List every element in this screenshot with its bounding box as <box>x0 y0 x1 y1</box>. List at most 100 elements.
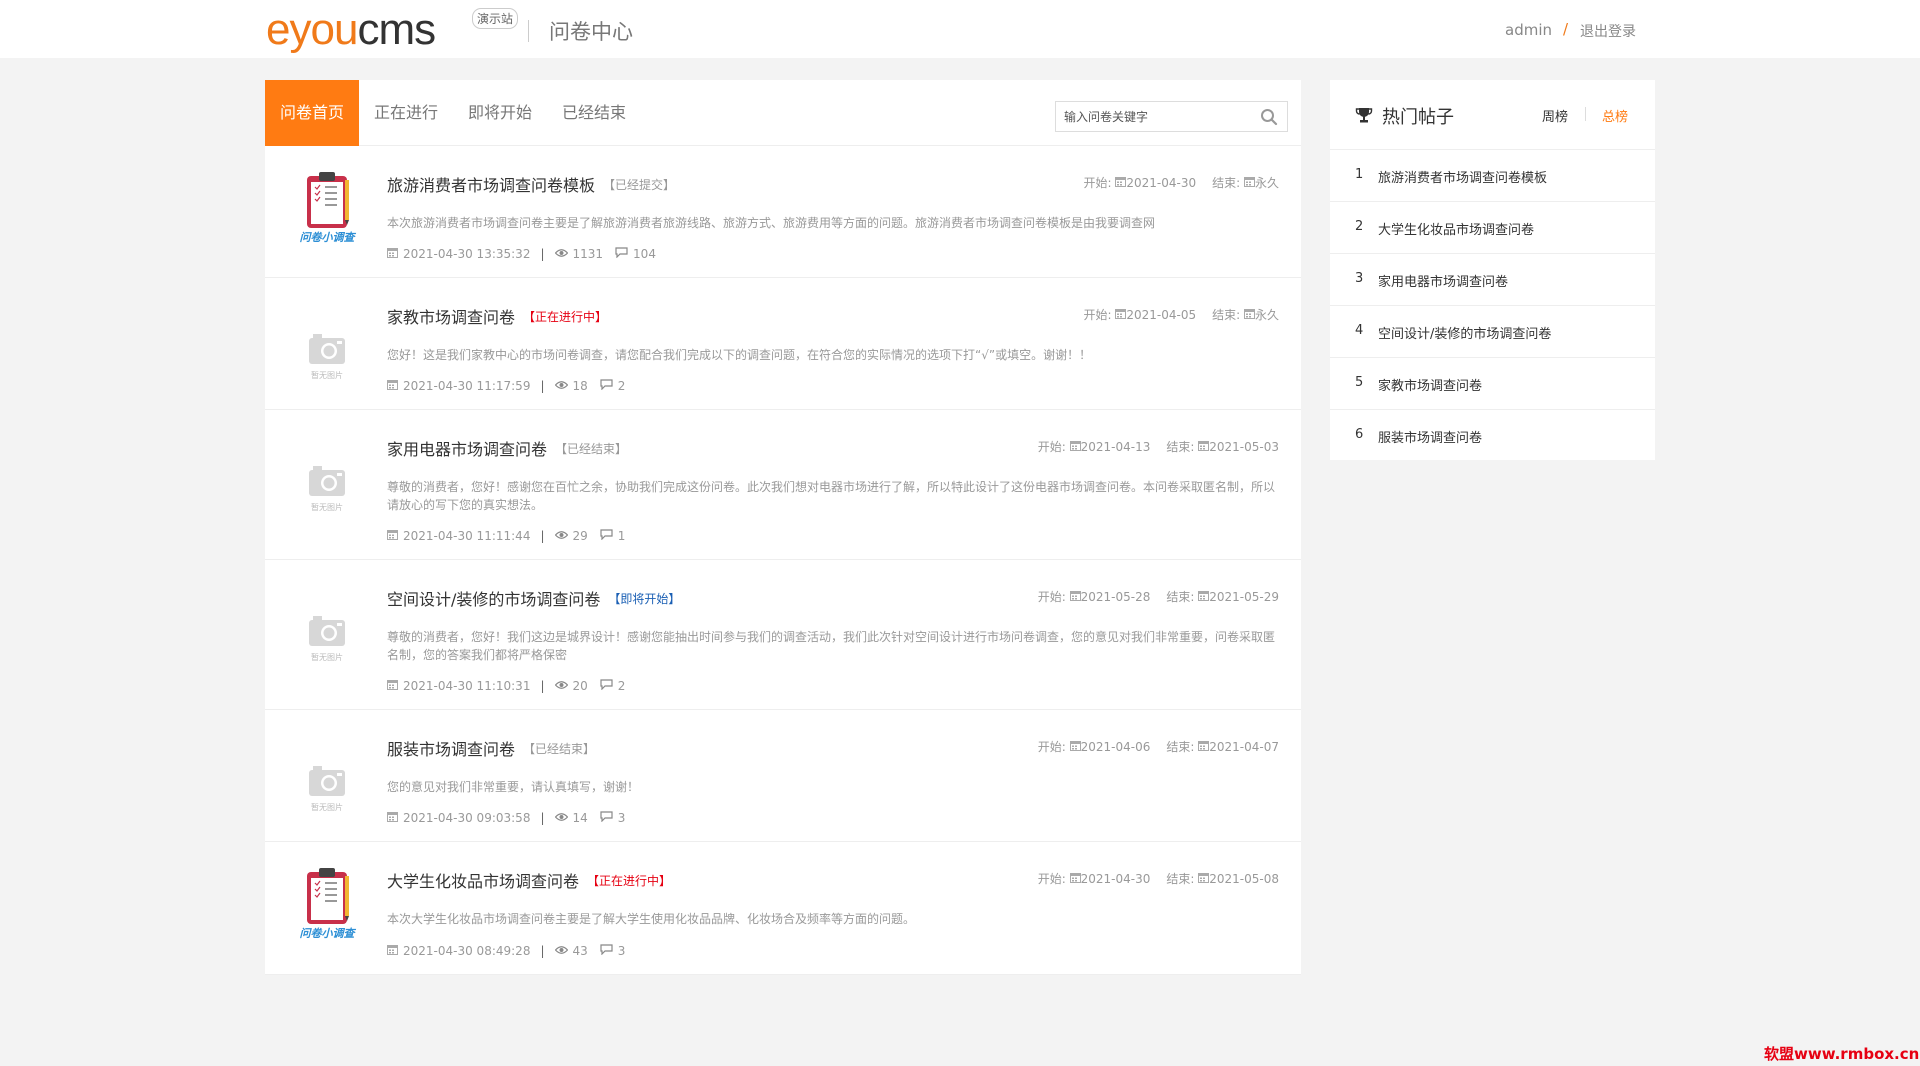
survey-title[interactable]: 家教市场调查问卷 <box>387 304 515 328</box>
view-count: 43 <box>572 944 588 958</box>
calendar-icon <box>1198 872 1210 886</box>
survey-status-badge: 【即将开始】 <box>608 591 681 606</box>
hot-post-item[interactable]: 4 空间设计/装修的市场调查问卷 <box>1330 306 1655 358</box>
survey-title[interactable]: 旅游消费者市场调查问卷模板 <box>387 172 595 196</box>
view-count: 20 <box>572 679 588 693</box>
hot-post-item[interactable]: 3 家用电器市场调查问卷 <box>1330 254 1655 306</box>
survey-title[interactable]: 大学生化妆品市场调查问卷 <box>387 868 579 892</box>
calendar-icon <box>387 247 403 261</box>
view-count: 29 <box>572 529 588 543</box>
hot-post-link[interactable]: 服装市场调查问卷 <box>1378 427 1482 446</box>
survey-status-badge: 【已经提交】 <box>603 177 676 192</box>
survey-meta: 2021-04-30 08:49:28 | 43 3 <box>387 944 637 958</box>
survey-brand-label: 问卷小调查 <box>299 231 355 244</box>
search-box <box>1055 101 1251 132</box>
tab-overall-rank[interactable]: 总榜 <box>1602 106 1628 125</box>
survey-item[interactable]: 暂无图片 空间设计/装修的市场调查问卷 【即将开始】 开始: 2021-05-28 结束… <box>265 560 1301 710</box>
calendar-icon <box>387 944 403 958</box>
tab-weekly-rank[interactable]: 周榜 <box>1542 106 1568 125</box>
survey-item[interactable]: 问卷小调查 旅游消费者市场调查问卷模板 【已经提交】 开始: 2021-04-30 结束… <box>265 146 1301 278</box>
survey-brand-label: 问卷小调查 <box>299 927 355 940</box>
survey-thumbnail[interactable]: 暂无图片 <box>295 440 359 520</box>
survey-thumbnail[interactable]: 暂无图片 <box>295 590 359 670</box>
survey-status-badge: 【正在进行中】 <box>523 309 608 324</box>
calendar-icon <box>1198 740 1210 754</box>
username-link[interactable]: admin <box>1505 21 1552 39</box>
hot-post-rank: 2 <box>1355 219 1364 234</box>
end-label: 结束: <box>1212 308 1241 322</box>
survey-description: 本次大学生化妆品市场调查问卷主要是了解大学生使用化妆品品牌、化妆场合及频率等方面… <box>387 912 916 926</box>
view-count: 1131 <box>572 247 604 261</box>
comment-count: 3 <box>617 811 626 825</box>
survey-meta: 2021-04-30 11:11:44 | 29 1 <box>387 529 637 543</box>
view-count: 18 <box>572 379 588 393</box>
comment-count: 2 <box>617 379 626 393</box>
start-date: 2021-04-06 <box>1080 739 1151 754</box>
hot-post-link[interactable]: 家用电器市场调查问卷 <box>1378 271 1508 290</box>
calendar-icon <box>1115 176 1127 190</box>
publish-time: 2021-04-30 11:11:44 <box>403 529 531 543</box>
search-input[interactable] <box>1056 102 1246 131</box>
survey-dates: 开始: 2021-04-30 结束: 2021-05-08 <box>1038 870 1279 887</box>
hot-post-item[interactable]: 1 旅游消费者市场调查问卷模板 <box>1330 150 1655 202</box>
start-date: 2021-05-28 <box>1080 589 1151 604</box>
survey-description: 您好！这是我们家教中心的市场问卷调查，请您配合我们完成以下的调查问题，在符合您的… <box>387 348 1092 362</box>
survey-thumbnail[interactable]: 暂无图片 <box>295 308 359 388</box>
survey-meta: 2021-04-30 13:35:32 | 1131 104 <box>387 247 668 261</box>
meta-divider: | <box>540 379 545 393</box>
survey-item[interactable]: 暂无图片 家用电器市场调查问卷 【已经结束】 开始: 2021-04-13 结束: 20… <box>265 410 1301 560</box>
survey-title-row: 家用电器市场调查问卷 【已经结束】 <box>387 436 627 460</box>
start-date: 2021-04-05 <box>1126 307 1197 322</box>
search-button[interactable] <box>1250 101 1288 132</box>
start-date: 2021-04-30 <box>1080 871 1151 886</box>
comment-count: 104 <box>633 247 656 261</box>
hot-post-item[interactable]: 5 家教市场调查问卷 <box>1330 358 1655 410</box>
end-label: 结束: <box>1166 440 1195 454</box>
start-label: 开始: <box>1083 308 1112 322</box>
end-date: 2021-04-07 <box>1209 739 1279 754</box>
end-date: 永久 <box>1254 308 1279 322</box>
hot-posts-panel: 热门帖子 周榜 总榜 1 旅游消费者市场调查问卷模板 2 大学生化妆品市场调查问卷 3 家… <box>1330 80 1655 460</box>
tab-home[interactable]: 问卷首页 <box>265 80 359 146</box>
logout-link[interactable]: 退出登录 <box>1580 21 1636 41</box>
hot-post-item[interactable]: 2 大学生化妆品市场调查问卷 <box>1330 202 1655 254</box>
calendar-icon <box>1069 740 1081 754</box>
survey-thumbnail[interactable]: 暂无图片 <box>295 740 359 820</box>
tab-ongoing[interactable]: 正在进行 <box>374 80 438 146</box>
calendar-icon <box>1198 590 1210 604</box>
hot-post-link[interactable]: 大学生化妆品市场调查问卷 <box>1378 219 1534 238</box>
survey-description: 您的意见对我们非常重要，请认真填写，谢谢！ <box>387 780 640 794</box>
hot-post-item[interactable]: 6 服装市场调查问卷 <box>1330 410 1655 462</box>
survey-meta: 2021-04-30 11:10:31 | 20 2 <box>387 679 637 693</box>
logo-cms: cms <box>357 5 436 54</box>
survey-item[interactable]: 问卷小调查 大学生化妆品市场调查问卷 【正在进行中】 开始: 2021-04-30 结束… <box>265 842 1301 975</box>
survey-title[interactable]: 服装市场调查问卷 <box>387 736 515 760</box>
survey-title[interactable]: 家用电器市场调查问卷 <box>387 436 547 460</box>
survey-title[interactable]: 空间设计/装修的市场调查问卷 <box>387 586 600 610</box>
eyoucms-logo[interactable]: e you cms <box>266 5 436 54</box>
publish-time: 2021-04-30 08:49:28 <box>403 944 531 958</box>
survey-item[interactable]: 暂无图片 服装市场调查问卷 【已经结束】 开始: 2021-04-06 结束: 2021… <box>265 710 1301 842</box>
hot-post-link[interactable]: 家教市场调查问卷 <box>1378 375 1482 394</box>
hot-post-link[interactable]: 空间设计/装修的市场调查问卷 <box>1378 323 1551 342</box>
calendar-icon <box>1243 308 1255 322</box>
calendar-icon <box>387 379 403 393</box>
top-header: e you cms 演示站 问卷中心 admin / 退出登录 <box>0 0 1920 58</box>
start-label: 开始: <box>1037 590 1066 604</box>
survey-dates: 开始: 2021-04-13 结束: 2021-05-03 <box>1038 438 1279 455</box>
header-divider <box>528 20 529 42</box>
end-date: 2021-05-03 <box>1209 439 1279 454</box>
eye-icon <box>554 529 573 543</box>
survey-status-badge: 【正在进行中】 <box>587 873 672 888</box>
eye-icon <box>554 811 573 825</box>
survey-thumbnail[interactable]: 问卷小调查 <box>295 170 359 250</box>
hot-post-rank: 6 <box>1355 427 1364 442</box>
survey-list-panel: 问卷首页 正在进行 即将开始 已经结束 问卷小调查 旅游消费者市场调查问卷模板【已… <box>265 80 1301 975</box>
survey-title-row: 空间设计/装修的市场调查问卷 【即将开始】 <box>387 586 680 610</box>
survey-thumbnail[interactable]: 问卷小调查 <box>295 866 359 946</box>
tab-upcoming[interactable]: 即将开始 <box>468 80 532 146</box>
survey-item[interactable]: 暂无图片 家教市场调查问卷 【正在进行中】 开始: 2021-04-05 结束: 永久您… <box>265 278 1301 410</box>
tab-ended[interactable]: 已经结束 <box>562 80 626 146</box>
hot-post-link[interactable]: 旅游消费者市场调查问卷模板 <box>1378 167 1547 186</box>
end-label: 结束: <box>1212 176 1241 190</box>
